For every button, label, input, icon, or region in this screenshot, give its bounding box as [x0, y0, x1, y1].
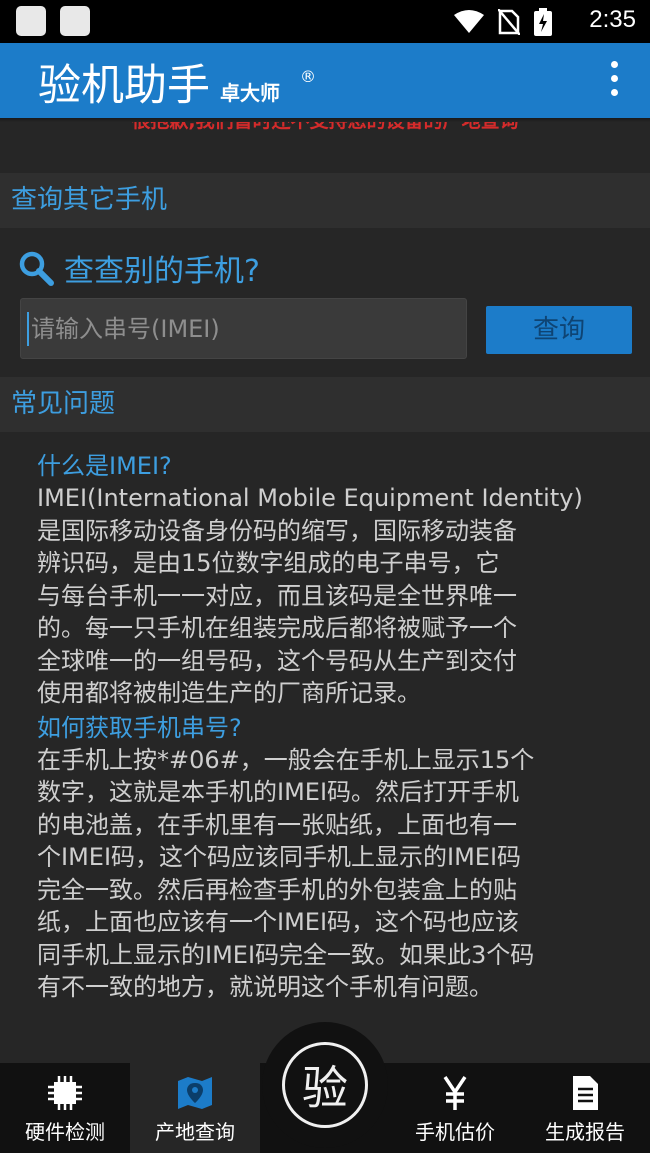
- menu-dot-icon: [610, 89, 618, 96]
- status-time: 2:35: [589, 6, 636, 33]
- nav-label: 手机估价: [415, 1120, 495, 1144]
- nav-label: 生成报告: [545, 1120, 625, 1144]
- faq-answer: 在手机上按*#06#，一般会在手机上显示15个 数字，这就是本手机的IMEI码。…: [37, 745, 535, 1002]
- menu-dot-icon: [610, 75, 618, 82]
- menu-dot-icon: [610, 61, 618, 68]
- document-icon: [573, 1076, 598, 1110]
- verify-center-label: 验: [282, 1042, 368, 1128]
- search-icon: [19, 251, 54, 286]
- faq-answer: IMEI(International Mobile Equipment Iden…: [37, 484, 583, 707]
- verify-center-button[interactable]: 验: [262, 1022, 388, 1148]
- search-heading: 查查别的手机?: [18, 246, 260, 290]
- search-heading-text: 查查别的手机?: [64, 254, 260, 289]
- section-header-query-other: 查询其它手机: [0, 173, 650, 228]
- nav-item-price-estimate[interactable]: 手机估价: [390, 1063, 520, 1153]
- app-subtitle: 卓大师: [220, 81, 280, 105]
- status-bar: 2:35: [0, 0, 650, 43]
- yen-icon: [443, 1076, 467, 1110]
- faq-question: 如何获取手机串号?: [37, 713, 242, 742]
- faq-list: 什么是IMEI? IMEI(International Mobile Equip…: [37, 450, 617, 1006]
- nav-item-generate-report[interactable]: 生成报告: [520, 1063, 650, 1153]
- app-bar: 验机助手 卓大师 ®: [0, 43, 650, 118]
- faq-question: 什么是IMEI?: [37, 452, 172, 480]
- imei-input[interactable]: [20, 298, 467, 359]
- section-header-faq: 常见问题: [0, 377, 650, 432]
- notification-icon: [16, 6, 46, 36]
- app-bar-shadow: [0, 118, 650, 122]
- battery-charging-icon: [534, 8, 552, 36]
- nav-label: 硬件检测: [25, 1120, 105, 1144]
- query-button[interactable]: 查询: [486, 306, 632, 354]
- nav-label: 产地查询: [155, 1120, 235, 1144]
- wifi-icon: [454, 10, 484, 33]
- search-panel: 查查别的手机? 查询: [0, 228, 650, 377]
- registered-mark: ®: [300, 67, 316, 86]
- map-pin-icon: [178, 1077, 212, 1109]
- overflow-menu-button[interactable]: [602, 61, 626, 103]
- chip-icon: [48, 1076, 82, 1110]
- no-sim-icon: [498, 9, 520, 35]
- text-caret: [27, 312, 29, 346]
- notification-icon: [60, 6, 90, 36]
- app-title: 验机助手: [38, 61, 210, 111]
- nav-item-origin-query[interactable]: 产地查询: [130, 1063, 260, 1153]
- nav-item-hardware-check[interactable]: 硬件检测: [0, 1063, 130, 1153]
